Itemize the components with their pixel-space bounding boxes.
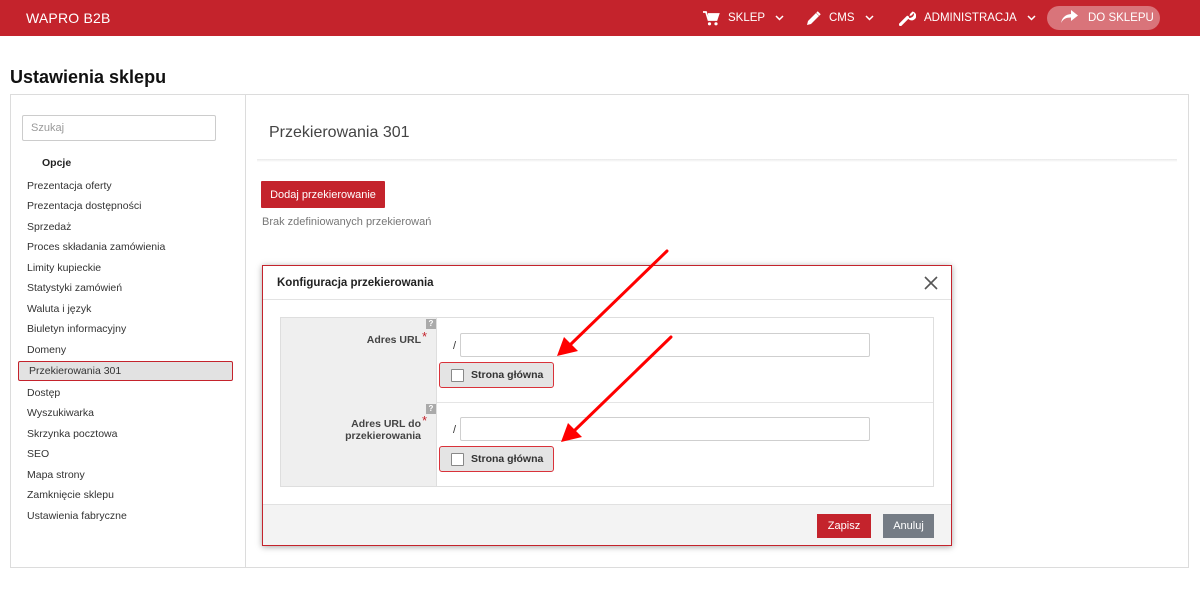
sidebar-item-seo[interactable]: SEO xyxy=(27,448,49,460)
nav-administration-label: ADMINISTRACJA xyxy=(924,12,1017,24)
close-icon[interactable] xyxy=(923,275,939,291)
pencil-icon xyxy=(806,10,821,26)
target-url-input[interactable] xyxy=(460,417,870,441)
sidebar-item-order-statistics[interactable]: Statystyki zamówień xyxy=(27,282,122,294)
source-url-label: Adres URL xyxy=(366,334,421,346)
nav-cms-label: CMS xyxy=(829,12,855,24)
sidebar-item-sitemap[interactable]: Mapa strony xyxy=(27,469,85,481)
cancel-button[interactable]: Anuluj xyxy=(883,514,934,538)
sidebar-item-domains[interactable]: Domeny xyxy=(27,344,66,356)
add-redirect-button[interactable]: Dodaj przekierowanie xyxy=(261,181,385,208)
chevron-down-icon xyxy=(1027,15,1036,21)
source-home-page-label: Strona główna xyxy=(471,369,544,381)
redirect-form: ? Adres URL * / Strona główna ? Adres UR… xyxy=(280,317,934,487)
nav-administration-menu[interactable]: ADMINISTRACJA xyxy=(899,0,1036,36)
content-divider xyxy=(257,159,1177,162)
sidebar-item-access[interactable]: Dostęp xyxy=(27,387,60,399)
chevron-down-icon xyxy=(865,15,874,21)
sidebar-item-purchase-limits[interactable]: Limity kupieckie xyxy=(27,262,101,274)
sidebar-item-search-engine[interactable]: Wyszukiwarka xyxy=(27,407,94,419)
redirect-config-modal: Konfiguracja przekierowania ? Adres URL … xyxy=(262,265,952,546)
search-input[interactable] xyxy=(22,115,216,141)
page-title: Ustawienia sklepu xyxy=(10,67,167,87)
empty-redirects-message: Brak zdefiniowanych przekierowań xyxy=(262,216,432,228)
sidebar-item-redirects-301[interactable]: Przekierowania 301 xyxy=(18,361,233,381)
sidebar-item-order-process[interactable]: Proces składania zamówienia xyxy=(27,241,165,253)
content-title: Przekierowania 301 xyxy=(269,124,410,141)
sidebar-item-offer-presentation[interactable]: Prezentacja oferty xyxy=(27,180,112,192)
target-home-page-checkbox[interactable]: Strona główna xyxy=(439,446,554,472)
target-home-page-label: Strona główna xyxy=(471,453,544,465)
sidebar-item-factory-settings[interactable]: Ustawienia fabryczne xyxy=(27,510,127,522)
chevron-down-icon xyxy=(775,15,784,21)
sidebar-item-mailbox[interactable]: Skrzynka pocztowa xyxy=(27,428,117,440)
modal-header: Konfiguracja przekierowania xyxy=(263,266,951,300)
sidebar-item-currency-language[interactable]: Waluta i język xyxy=(27,303,91,315)
help-icon[interactable]: ? xyxy=(426,319,436,329)
wrench-icon xyxy=(899,10,916,26)
form-row-divider xyxy=(437,402,933,403)
share-arrow-icon xyxy=(1061,10,1078,26)
modal-footer: Zapisz Anuluj xyxy=(263,504,951,545)
required-marker: * xyxy=(422,329,428,344)
required-marker: * xyxy=(422,413,428,428)
sidebar-item-sales[interactable]: Sprzedaż xyxy=(27,221,71,233)
go-to-shop-label: DO SKLEPU xyxy=(1088,12,1154,24)
source-home-page-checkbox[interactable]: Strona główna xyxy=(439,362,554,388)
url-prefix: / xyxy=(453,424,457,436)
go-to-shop-button[interactable]: DO SKLEPU xyxy=(1047,6,1160,30)
settings-sidebar: Opcje Prezentacja oferty Prezentacja dos… xyxy=(11,95,246,567)
options-section-title: Opcje xyxy=(42,157,72,169)
brand-logo[interactable]: WAPRO B2B xyxy=(26,10,111,26)
sidebar-item-shop-closing[interactable]: Zamknięcie sklepu xyxy=(27,489,114,501)
target-url-label: Adres URL do przekierowania xyxy=(345,418,421,442)
checkbox-box[interactable] xyxy=(451,452,464,466)
modal-title: Konfiguracja przekierowania xyxy=(277,277,434,289)
help-icon[interactable]: ? xyxy=(426,404,436,414)
url-prefix: / xyxy=(453,340,457,352)
cart-icon xyxy=(703,10,720,26)
nav-shop-label: SKLEP xyxy=(728,12,766,24)
sidebar-item-availability-presentation[interactable]: Prezentacja dostępności xyxy=(27,200,141,212)
checkbox-box[interactable] xyxy=(451,368,464,382)
nav-cms-menu[interactable]: CMS xyxy=(806,0,874,36)
top-navbar: WAPRO B2B SKLEP CMS ADMINISTRACJA DO SKL xyxy=(0,0,1200,36)
sidebar-item-newsletter[interactable]: Biuletyn informacyjny xyxy=(27,323,126,335)
source-url-input[interactable] xyxy=(460,333,870,357)
nav-shop-menu[interactable]: SKLEP xyxy=(703,0,784,36)
save-button[interactable]: Zapisz xyxy=(817,514,871,538)
